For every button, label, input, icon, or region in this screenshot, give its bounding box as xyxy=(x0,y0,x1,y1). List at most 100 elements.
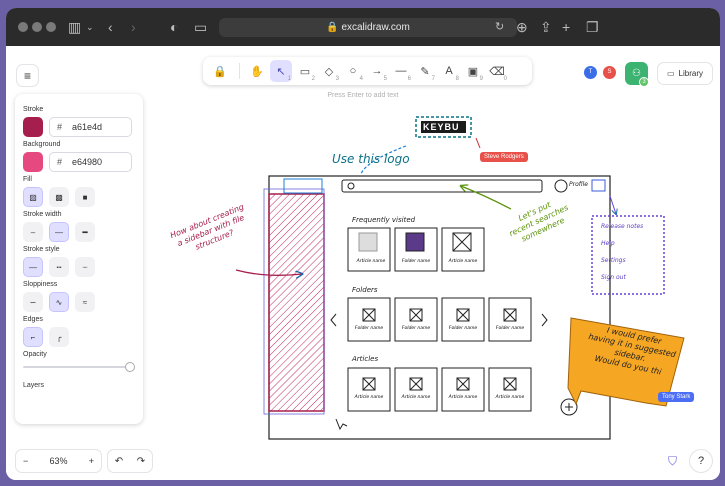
profile-menu: Release notes Help Settings Sign out xyxy=(601,218,643,286)
opacity-slider[interactable] xyxy=(23,362,135,372)
background-hex-input[interactable]: # e64980 xyxy=(49,152,132,172)
fill-hachure-option[interactable]: ▨ xyxy=(23,187,43,207)
tool-shortcut-key: 8 xyxy=(455,76,459,82)
tool-diamond-button[interactable]: ◇ 3 xyxy=(318,60,340,83)
share-icon[interactable]: ⇪ xyxy=(540,18,552,36)
bold-line-icon: — xyxy=(55,227,63,237)
stroke-label: Stroke xyxy=(23,106,44,113)
background-color-swatch[interactable] xyxy=(23,152,43,172)
tool-shortcut-key: 7 xyxy=(431,76,435,82)
search-bar-sketch xyxy=(341,179,543,193)
tool-draw-button[interactable]: ✎ 7 xyxy=(414,60,436,83)
sidebar-toggle-icon[interactable]: ▥ xyxy=(68,18,81,36)
menu-arrow xyxy=(609,195,616,214)
sloppiness-architect-option[interactable]: ∽ xyxy=(23,292,43,312)
collaborator-avatar-s[interactable]: S xyxy=(603,66,616,79)
fill-solid-option[interactable]: ■ xyxy=(75,187,95,207)
forward-icon[interactable]: › xyxy=(131,18,136,36)
arrow-icon: → xyxy=(371,65,383,77)
hash-label: # xyxy=(57,157,63,167)
fill-crosshatch-option[interactable]: ▩ xyxy=(49,187,69,207)
sloppiness-cartoonist-option[interactable]: ≈ xyxy=(75,292,95,312)
stroke-style-solid-option[interactable]: — xyxy=(23,257,43,277)
zoom-in-button[interactable]: + xyxy=(89,456,94,466)
tool-line-button[interactable]: —6 xyxy=(390,60,412,82)
browser-window: ▥ ⌄ ‹ › ◐ ▭ 🔒 excalidraw.com ↻ ⊕ ⇪ + ❐ K… xyxy=(6,8,720,480)
edges-label: Edges xyxy=(23,316,43,323)
tony-stark-tag: Tony Stark xyxy=(658,392,695,402)
steve-rodgers-tag: Steve Rodgers xyxy=(480,152,528,162)
tool-selection-button[interactable]: ↖ 1 xyxy=(270,60,292,82)
stroke-width-bold-option[interactable]: — xyxy=(49,222,69,242)
tool-arrow-button[interactable]: → 5 xyxy=(366,60,388,82)
stroke-width-thin-option[interactable]: – xyxy=(23,222,43,242)
collaborate-button[interactable]: ⚇ 3 xyxy=(625,62,649,87)
stroke-color-swatch[interactable] xyxy=(23,117,43,137)
library-button[interactable]: ▭ Library xyxy=(657,62,713,85)
minimize-window-button[interactable] xyxy=(32,22,42,32)
new-tab-icon[interactable]: + xyxy=(562,18,570,36)
tool-rectangle-button[interactable]: ▭ 2 xyxy=(294,60,316,83)
collaborator-avatar-t[interactable]: T xyxy=(584,66,597,79)
stroke-hex-input[interactable]: # a61e4d xyxy=(49,117,132,137)
tool-shortcut-key: 3 xyxy=(335,76,339,82)
tool-eraser-button[interactable]: ⌫ 0 xyxy=(486,60,508,83)
password-icon[interactable]: ▭ xyxy=(194,18,207,36)
tabs-overview-icon[interactable]: ❐ xyxy=(586,18,599,36)
zoom-window-button[interactable] xyxy=(46,22,56,32)
help-button[interactable]: ? xyxy=(689,449,713,473)
chevron-down-icon[interactable]: ⌄ xyxy=(86,18,94,36)
stroke-style-dotted-option[interactable]: ┈ xyxy=(75,257,95,277)
sharp-corner-icon: ⌐ xyxy=(30,332,36,342)
tool-hand-button[interactable]: ✋ xyxy=(246,60,268,82)
stroke-width-extra-bold-option[interactable]: ━ xyxy=(75,222,95,242)
tool-image-button[interactable]: ▣ 9 xyxy=(462,60,484,83)
stroke-style-dashed-option[interactable]: ┅ xyxy=(49,257,69,277)
folder-item-label: Folder name xyxy=(448,326,478,331)
search-icon xyxy=(347,182,355,190)
sidebar-sketch[interactable] xyxy=(268,193,325,412)
fill-label: Fill xyxy=(23,176,32,183)
menu-item-release-notes: Release notes xyxy=(601,223,644,230)
fv-cards xyxy=(330,227,578,416)
address-bar[interactable]: 🔒 excalidraw.com xyxy=(219,18,517,37)
diamond-icon: ◇ xyxy=(324,65,334,78)
excalidraw-app: KEYBU Use this logo Steve Rodgers How ab… xyxy=(6,46,720,480)
fv-item-label: Article name xyxy=(356,259,386,264)
opacity-label: Opacity xyxy=(23,351,47,358)
dashed-line-icon: ┅ xyxy=(56,262,62,272)
opacity-knob[interactable] xyxy=(125,362,135,372)
reload-icon[interactable]: ↻ xyxy=(495,18,504,36)
selection-icon: ↖ xyxy=(276,65,286,78)
undo-button[interactable]: ↶ xyxy=(115,456,123,467)
redo-button[interactable]: ↷ xyxy=(137,456,145,467)
zoom-level[interactable]: 63% xyxy=(49,456,67,466)
solid-fill-icon: ■ xyxy=(82,192,88,202)
back-icon[interactable]: ‹ xyxy=(108,18,113,36)
toolbar: 🔒 ✋ ↖ 1 ▭ 2 ◇ 3 ○ 4 → 5—6 ✎ 7 A 8 ▣ 9 ⌫ 0 xyxy=(203,57,532,85)
tool-shortcut-key: 5 xyxy=(383,76,387,82)
edges-round-option[interactable]: ╭ xyxy=(49,327,69,347)
shield-check-icon[interactable]: ⛉ xyxy=(668,454,677,469)
stroke-width-label: Stroke width xyxy=(23,211,62,218)
text-icon: A xyxy=(445,65,453,77)
tool-shortcut-key: 6 xyxy=(407,76,411,82)
dotted-line-icon: ┈ xyxy=(82,262,88,272)
frequently-visited-heading: Frequently visited xyxy=(352,216,416,224)
close-window-button[interactable] xyxy=(18,22,28,32)
menu-item-help: Help xyxy=(601,240,615,247)
architect-icon: ∽ xyxy=(29,297,37,307)
tool-ellipse-button[interactable]: ○ 4 xyxy=(342,60,364,82)
download-icon[interactable]: ⊕ xyxy=(516,18,528,36)
shield-icon[interactable]: ◐ xyxy=(170,18,178,36)
stroke-style-label: Stroke style xyxy=(23,246,60,253)
tool-lock-button[interactable]: 🔒 xyxy=(209,60,231,82)
hamburger-icon: ≡ xyxy=(23,68,31,83)
hand-icon: ✋ xyxy=(250,65,264,78)
sloppiness-artist-option[interactable]: ∿ xyxy=(49,292,69,312)
edges-sharp-option[interactable]: ⌐ xyxy=(23,327,43,347)
solid-line-icon: — xyxy=(29,262,37,272)
zoom-out-button[interactable]: − xyxy=(23,456,28,466)
main-menu-button[interactable]: ≡ xyxy=(16,64,39,87)
tool-text-button[interactable]: A8 xyxy=(438,60,460,82)
